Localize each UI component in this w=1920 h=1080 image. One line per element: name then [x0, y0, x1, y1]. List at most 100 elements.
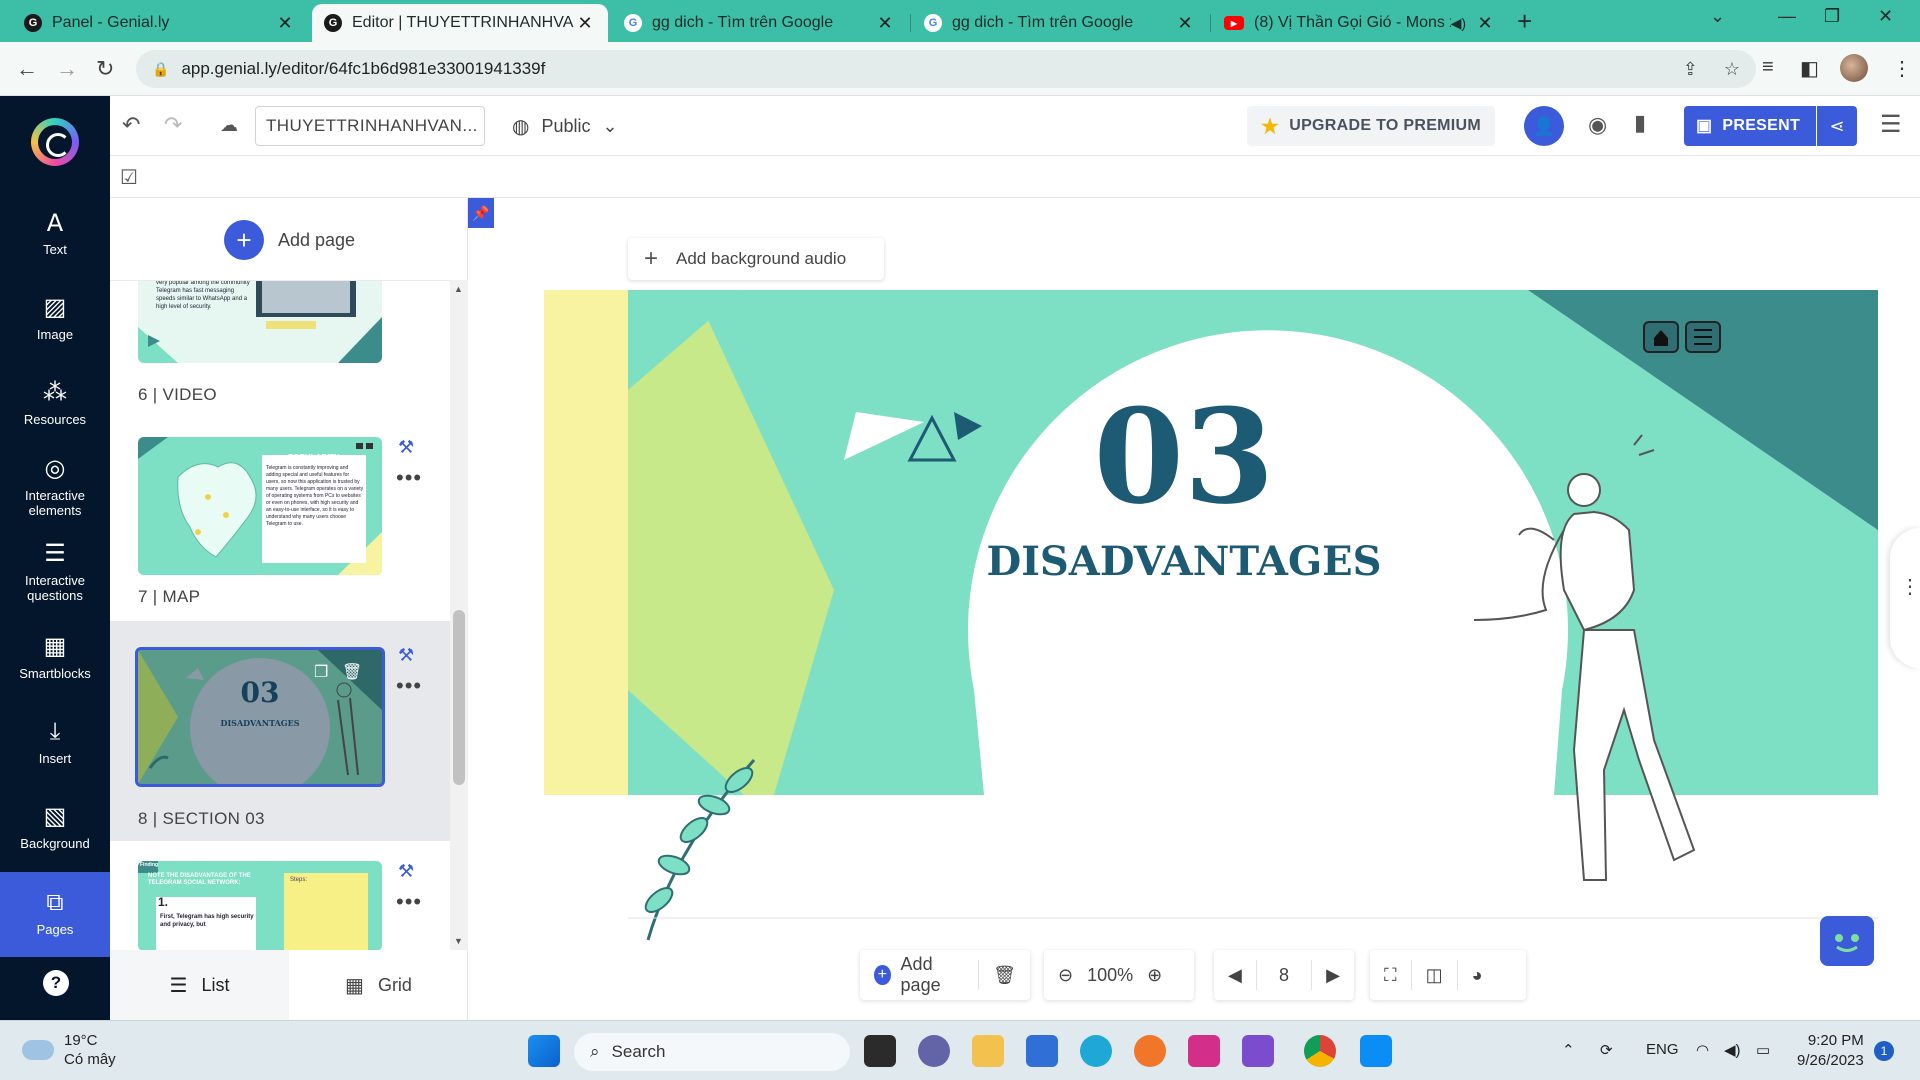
genially-logo-icon[interactable] [31, 118, 79, 166]
sidebar-item-text[interactable]: A Text [0, 208, 110, 257]
next-page-button[interactable]: ▶ [1312, 950, 1354, 1000]
share-button[interactable]: ⋖ [1817, 106, 1857, 146]
teams-chat-icon[interactable] [918, 1035, 950, 1067]
start-windows-icon[interactable] [528, 1035, 560, 1067]
back-icon[interactable]: ← [16, 56, 38, 82]
delete-page-button[interactable]: 🗑 [979, 950, 1030, 1000]
language-indicator[interactable]: ENG [1646, 1041, 1679, 1058]
current-page-number[interactable]: 8 [1257, 965, 1311, 986]
more-options-icon[interactable]: ••• [396, 889, 422, 915]
sidebar-item-smartblocks[interactable]: ▦ Smartblocks [0, 632, 110, 681]
slide[interactable]: 03 DISADVANTAGES [544, 290, 1878, 1010]
page-thumbnail[interactable]: Finding NOTE THE DISADVANTAGE OF THE TEL… [138, 861, 382, 950]
fit-screen-button[interactable]: ⛶ [1370, 950, 1411, 1000]
scroll-down-icon[interactable]: ▼ [454, 936, 463, 946]
add-background-audio-button[interactable]: + Add background audio [628, 238, 884, 280]
page-item-section-03[interactable]: 03 DISADVANTAGES ❐ 🗑 ⚒ ••• 8 | SECTION 0… [110, 621, 450, 841]
bottom-add-page-button[interactable]: + Add page [860, 950, 978, 1000]
magic-wand-icon[interactable]: ⚒ [398, 861, 414, 882]
page-item-video[interactable]: very popular among the community Telegra… [110, 281, 450, 427]
delete-page-icon[interactable]: 🗑 [342, 662, 362, 682]
battery-icon[interactable]: ▭ [1756, 1041, 1770, 1059]
zoom-in-button[interactable]: ⊕ [1133, 950, 1176, 1000]
help-icon[interactable]: ? [43, 970, 69, 996]
browser-tab-editor[interactable]: G Editor | THUYETTRINHANHVANC ✕ [312, 4, 608, 42]
pin-icon[interactable]: 📌 [468, 198, 494, 228]
document-name-input[interactable]: THUYETTRINHANHVAN... [255, 106, 485, 146]
volume-icon[interactable]: ◀) [1724, 1041, 1741, 1059]
show-hidden-icons-icon[interactable]: ⌃ [1562, 1041, 1575, 1059]
page-item-map[interactable]: POPULARITY Telegram is constantly improv… [110, 427, 450, 621]
section-title[interactable]: DISADVANTAGES [987, 538, 1382, 585]
browser-tab-google-2[interactable]: G gg dich - Tìm trên Google ✕ [912, 4, 1208, 42]
grid-view-button[interactable]: ▦ Grid [289, 950, 468, 1020]
forward-icon[interactable]: → [56, 56, 78, 82]
notification-badge[interactable]: 1 [1874, 1041, 1894, 1061]
sidebar-item-interactive-questions[interactable]: ☰ Interactive questions [0, 539, 110, 603]
prev-page-button[interactable]: ◀ [1214, 950, 1256, 1000]
redo-icon[interactable]: ↷ [164, 112, 182, 138]
firefox-icon[interactable] [1134, 1035, 1166, 1067]
duplicate-page-icon[interactable]: ❐ [314, 662, 328, 682]
edge-browser-icon[interactable] [1080, 1035, 1112, 1067]
profile-avatar[interactable] [1840, 54, 1868, 82]
sidebar-item-background[interactable]: ▧ Background [0, 802, 110, 851]
bookmark-star-icon[interactable]: ☆ [1724, 59, 1740, 80]
browser-tab-youtube[interactable]: ▶ (8) Vị Thần Gọi Gió - Mons x ◀) ✕ [1212, 4, 1508, 42]
close-tab-icon[interactable]: ✕ [574, 13, 596, 34]
reload-icon[interactable]: ↻ [96, 56, 114, 82]
add-page-button[interactable]: + Add page [224, 220, 355, 260]
url-bar[interactable]: 🔒 app.genial.ly/editor/64fc1b6d981e33001… [136, 50, 1756, 88]
sidebar-item-resources[interactable]: ⁂ Resources [0, 378, 110, 427]
zoom-out-button[interactable]: ⊖ [1044, 950, 1087, 1000]
minimize-icon[interactable]: — [1778, 6, 1796, 27]
maximize-icon[interactable]: ❐ [1824, 6, 1840, 27]
side-panel-icon[interactable]: ◧ [1800, 56, 1819, 81]
close-tab-icon[interactable]: ✕ [874, 13, 896, 34]
share-page-icon[interactable]: ⇪ [1683, 59, 1698, 80]
magic-wand-icon[interactable]: ⚒ [398, 437, 414, 458]
system-clock[interactable]: 9:20 PM 9/26/2023 [1797, 1031, 1864, 1071]
wifi-icon[interactable]: ◠ [1696, 1041, 1709, 1059]
page-item-disadvantage-note[interactable]: Finding NOTE THE DISADVANTAGE OF THE TEL… [110, 841, 450, 950]
chatbot-button[interactable] [1820, 916, 1874, 966]
reading-list-icon[interactable]: ≡ [1762, 56, 1774, 79]
sidebar-item-interactive-elements[interactable]: ◎ Interactive elements [0, 454, 110, 518]
taskbar-search[interactable]: ⌕ Search [574, 1033, 850, 1071]
checklist-icon[interactable]: ☑ [120, 165, 138, 190]
more-options-icon[interactable]: ••• [396, 673, 422, 699]
upgrade-premium-button[interactable]: ★ UPGRADE TO PREMIUM [1247, 106, 1495, 146]
undo-icon[interactable]: ↶ [122, 112, 140, 138]
page-thumbnail[interactable]: very popular among the community Telegra… [138, 281, 382, 363]
browser-tab-google-1[interactable]: G gg dich - Tìm trên Google ✕ [612, 4, 908, 42]
close-tab-icon[interactable]: ✕ [274, 13, 296, 34]
right-panel-handle[interactable]: ⋮ [1890, 528, 1920, 668]
microsoft-store-icon[interactable] [1026, 1035, 1058, 1067]
scrollbar-thumb[interactable] [453, 610, 465, 785]
lock-icon[interactable]: 🔒 [152, 61, 169, 78]
statistics-icon[interactable]: ▮ [1634, 110, 1646, 136]
weather-widget[interactable]: 19°C Có mây [22, 1031, 116, 1069]
scroll-up-icon[interactable]: ▲ [454, 284, 463, 294]
close-tab-icon[interactable]: ✕ [1474, 13, 1496, 34]
sidebar-item-image[interactable]: ▨ Image [0, 293, 110, 342]
wps-office-icon[interactable] [1188, 1035, 1220, 1067]
sidebar-item-pages[interactable]: ⧉ Pages [0, 872, 110, 957]
section-number[interactable]: 03 [1094, 380, 1275, 533]
split-view-button[interactable]: ◫ [1412, 950, 1457, 1000]
magic-wand-icon[interactable]: ⚒ [398, 645, 414, 666]
page-thumbnail[interactable]: 03 DISADVANTAGES ❐ 🗑 [135, 647, 385, 787]
more-options-icon[interactable]: ••• [396, 465, 422, 491]
tab-search-chevron-icon[interactable]: ⌄ [1710, 6, 1725, 27]
browser-tab-genially-panel[interactable]: G Panel - Genial.ly ✕ [12, 4, 308, 42]
new-tab-icon[interactable]: + [1517, 6, 1532, 37]
visual-studio-icon[interactable] [1242, 1035, 1274, 1067]
list-view-button[interactable]: ☰ List [110, 950, 289, 1020]
close-window-icon[interactable]: ✕ [1878, 6, 1893, 27]
sync-icon[interactable]: ⟳ [1600, 1041, 1613, 1059]
page-list-scrollbar[interactable]: ▲ ▼ [450, 280, 468, 950]
zalo-icon[interactable] [1360, 1035, 1392, 1067]
hamburger-menu-icon[interactable]: ☰ [1880, 110, 1902, 139]
present-button[interactable]: ▣ PRESENT [1684, 106, 1816, 146]
add-collaborator-button[interactable]: 👤 [1524, 106, 1564, 146]
